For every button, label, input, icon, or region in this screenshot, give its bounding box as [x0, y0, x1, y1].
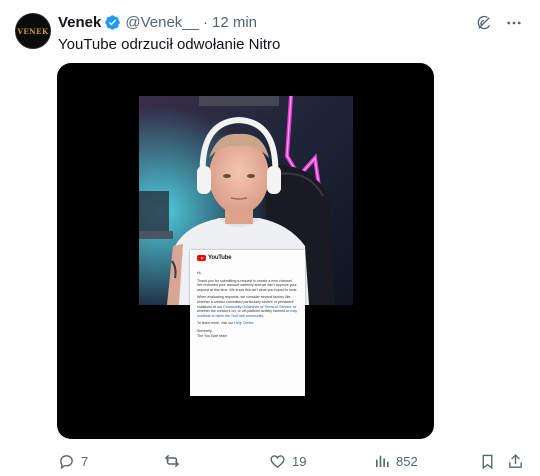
views-icon: [374, 453, 390, 469]
repost-icon: [163, 452, 181, 470]
more-icon[interactable]: [504, 13, 524, 33]
letter-signoff: Sincerely, The YouTube team: [197, 329, 298, 338]
views-count: 852: [396, 453, 418, 469]
letter-team: The YouTube team: [197, 333, 228, 338]
share-button[interactable]: [507, 452, 524, 470]
like-icon: [269, 453, 286, 470]
action-bar: 7 19 852: [58, 452, 528, 470]
youtube-logo: YouTube: [197, 255, 298, 261]
views-button[interactable]: 852: [374, 452, 418, 470]
letter-paragraph-1: Thank you for submitting a request to cr…: [197, 278, 298, 292]
share-icon: [507, 453, 524, 470]
help-center-link: Help Center.: [234, 321, 255, 326]
avatar-logo-text: VENEK: [17, 26, 49, 36]
top-icons: [464, 13, 524, 33]
letter-paragraph-2: When evaluating requests, we consider se…: [197, 295, 298, 318]
letter-paragraph-3: To learn more, visit our Help Center.: [197, 321, 298, 326]
grok-icon[interactable]: [474, 13, 494, 33]
letter-sincerely: Sincerely,: [197, 328, 213, 333]
tweet[interactable]: VENEK Venek @Venek__ · 12 min YouTube od…: [0, 0, 540, 476]
like-button[interactable]: 19: [269, 452, 306, 470]
tweet-timestamp[interactable]: 12 min: [212, 14, 257, 31]
letter-greeting: Hi,: [197, 271, 202, 275]
youtube-play-icon: [197, 255, 206, 261]
reply-button[interactable]: 7: [58, 452, 88, 470]
like-count: 19: [292, 453, 307, 469]
header-separator: ·: [203, 13, 208, 31]
tweet-media[interactable]: YouTube Hi, Thank you for submitting a r…: [57, 63, 434, 439]
terms-of-service-link: Terms of Service,: [264, 304, 293, 309]
author-handle[interactable]: @Venek__: [125, 14, 199, 31]
avatar[interactable]: VENEK: [15, 13, 51, 49]
reply-count: 7: [81, 453, 89, 469]
letter-p3-text: To learn more, visit our: [197, 321, 234, 326]
community-guidelines-link: Community Guidelines: [223, 304, 260, 309]
youtube-wordmark: YouTube: [208, 255, 232, 261]
author-name[interactable]: Venek: [58, 14, 101, 31]
tweet-header: Venek @Venek__ · 12 min: [58, 12, 257, 32]
repost-button[interactable]: [163, 452, 187, 470]
youtube-letter: YouTube Hi, Thank you for submitting a r…: [190, 250, 305, 396]
tweet-text: YouTube odrzucił odwołanie Nitro: [58, 36, 281, 53]
verified-badge-icon: [104, 14, 121, 31]
reply-icon: [58, 453, 75, 470]
bookmark-button[interactable]: [479, 452, 496, 470]
bookmark-icon: [479, 453, 496, 470]
